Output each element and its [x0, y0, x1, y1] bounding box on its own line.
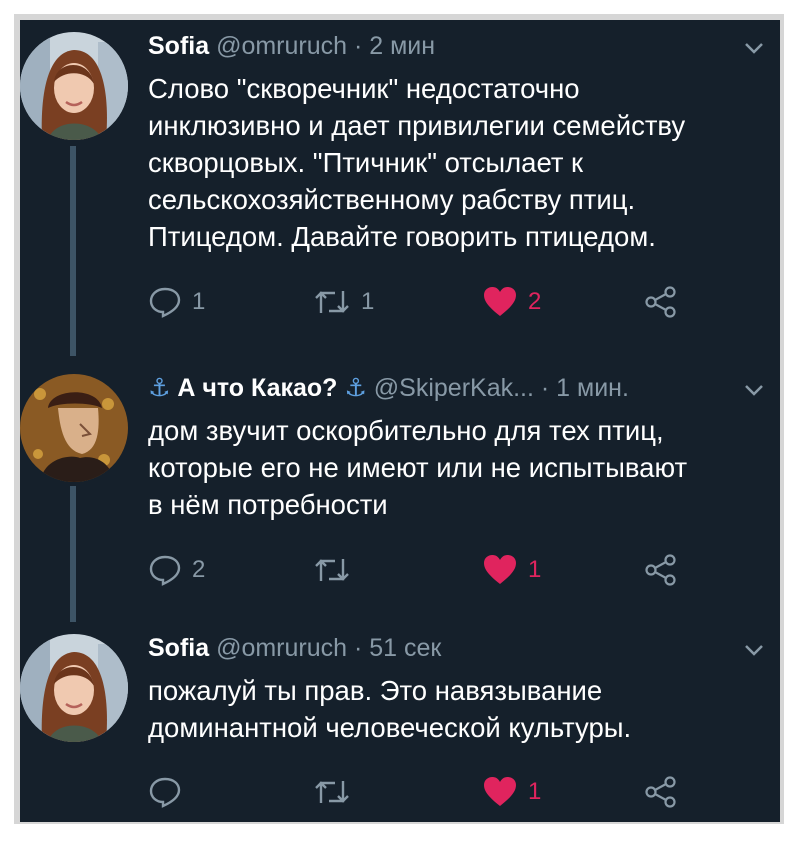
share-button[interactable] — [644, 772, 678, 812]
like-button[interactable]: 2 — [482, 282, 541, 322]
user-handle-time: @omruruch · 2 мин — [216, 32, 436, 60]
tweet-actions: 2 1 — [148, 550, 708, 590]
share-icon — [645, 554, 676, 586]
retweet-count: 1 — [361, 288, 375, 315]
share-button[interactable] — [644, 282, 678, 322]
heart-icon — [484, 777, 516, 806]
retweet-button[interactable] — [313, 772, 361, 812]
reply-count: 1 — [192, 288, 206, 315]
reply-button[interactable] — [148, 772, 192, 812]
like-count: 1 — [528, 778, 542, 805]
avatar[interactable] — [20, 32, 128, 140]
share-button[interactable] — [644, 550, 678, 590]
retweet-icon — [315, 781, 349, 803]
tweet[interactable]: ⚓ А что Какао? ⚓ @SkiperKak... · 1 мин. … — [20, 362, 780, 627]
retweet-icon — [315, 291, 349, 313]
like-button[interactable]: 1 — [482, 550, 541, 590]
tweet-header: Sofia @omruruch · 51 сек — [148, 632, 750, 664]
heart-icon — [484, 555, 516, 584]
share-icon — [645, 776, 676, 808]
reply-button[interactable]: 1 — [148, 282, 205, 322]
user-name[interactable]: Sofia — [148, 32, 209, 60]
like-count: 2 — [528, 288, 542, 315]
avatar[interactable] — [20, 634, 128, 742]
tweet-header: Sofia @omruruch · 2 мин — [148, 30, 750, 62]
reply-count: 2 — [192, 556, 206, 583]
user-name[interactable]: А что Какао? — [177, 374, 337, 402]
retweet-button[interactable] — [313, 550, 361, 590]
retweet-button[interactable]: 1 — [313, 282, 374, 322]
user-handle-time: @SkiperKak... · 1 мин. — [373, 374, 629, 402]
reply-icon — [149, 287, 181, 318]
user-name[interactable]: Sofia — [148, 634, 209, 662]
chevron-down-icon[interactable] — [742, 38, 766, 58]
avatar[interactable] — [20, 374, 128, 482]
tweet-text: Слово "скворечник" недостаточно инклюзив… — [148, 73, 686, 252]
like-button[interactable]: 1 — [482, 772, 541, 812]
reply-icon — [149, 777, 181, 808]
share-icon — [645, 286, 676, 318]
tweet[interactable]: Sofia @omruruch · 2 мин Слово "скворечни… — [20, 20, 780, 350]
tweet-text: дом звучит оскорбительно для тех птиц, к… — [148, 415, 688, 520]
retweet-icon — [315, 559, 349, 581]
anchor-icon: ⚓ — [148, 374, 171, 402]
tweet-actions: 1 1 2 — [148, 282, 708, 322]
tweet-thread: Sofia @omruruch · 2 мин Слово "скворечни… — [20, 20, 780, 822]
like-count: 1 — [528, 556, 542, 583]
user-handle-time: @omruruch · 51 сек — [216, 634, 442, 662]
tweet-text: пожалуй ты прав. Это навязывание доминан… — [148, 675, 632, 743]
heart-icon — [484, 287, 516, 316]
reply-icon — [149, 555, 181, 586]
tweet[interactable]: Sofia @omruruch · 51 сек пожалуй ты прав… — [20, 622, 780, 822]
reply-button[interactable]: 2 — [148, 550, 205, 590]
chevron-down-icon[interactable] — [742, 380, 766, 400]
tweet-header: ⚓ А что Какао? ⚓ @SkiperKak... · 1 мин. — [148, 372, 750, 404]
chevron-down-icon[interactable] — [742, 640, 766, 660]
tweet-actions: 1 — [148, 772, 708, 812]
anchor-icon: ⚓ — [344, 374, 367, 402]
